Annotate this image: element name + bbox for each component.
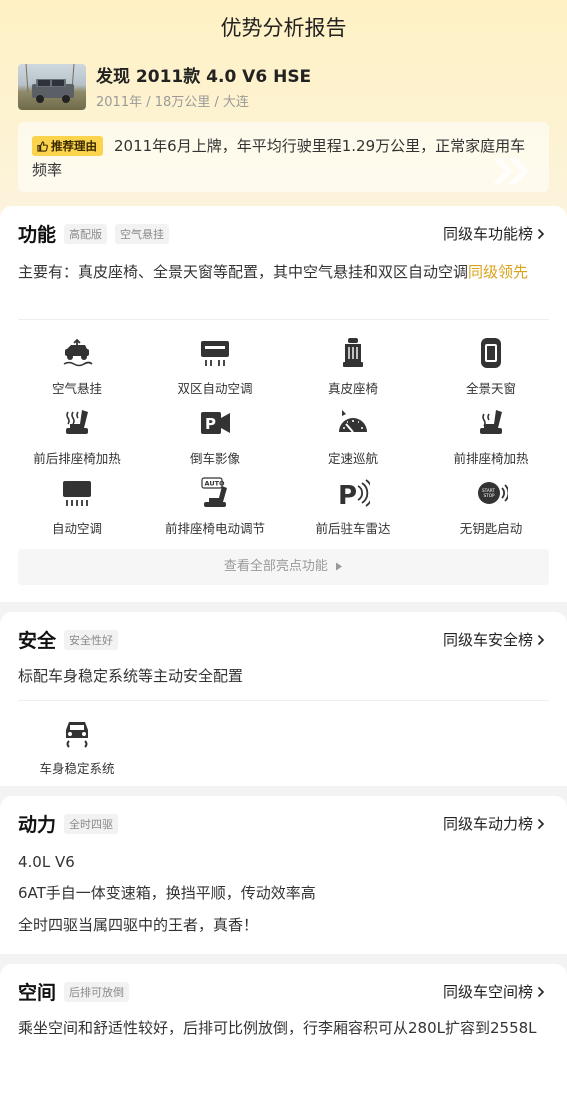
space-rank-link[interactable]: 同级车空间榜: [443, 981, 545, 1002]
function-card: 功能 高配版 空气悬挂 同级车功能榜 主要有：真皮座椅、全景天窗等配置，其中空气…: [0, 206, 567, 602]
esp-icon: [66, 722, 88, 748]
dual-zone-ac-icon: [201, 341, 229, 366]
feature-label: 空气悬挂: [51, 381, 102, 396]
page-title: 优势分析报告: [220, 16, 347, 40]
power-seat-icon: AUTO: [201, 477, 227, 507]
space-tag: 后排可放倒: [64, 981, 130, 1002]
function-tag: 空气悬挂: [115, 223, 170, 244]
feature-label: 自动空调: [51, 521, 102, 536]
feature-air-suspension[interactable]: 空气悬挂: [12, 336, 142, 397]
space-rank-label: 同级车空间榜: [442, 983, 533, 1001]
feature-label: 定速巡航: [327, 451, 378, 466]
feature-panoramic-sunroof[interactable]: 全景天窗: [426, 336, 556, 397]
feature-cruise-control[interactable]: 定速巡航: [288, 406, 418, 467]
view-all-features-button[interactable]: 查看全部亮点功能: [18, 549, 549, 585]
function-tag: 高配版: [64, 223, 108, 244]
function-rank-link[interactable]: 同级车功能榜: [443, 223, 545, 244]
power-engine: 4.0L V6: [18, 853, 75, 871]
recommend-reason-text: 2011年6月上牌，年平均行驶里程1.29万公里，正常家庭用车频率: [32, 137, 526, 179]
chevron-right-icon: [537, 818, 545, 829]
auto-ac-icon: [63, 481, 91, 506]
feature-label: 前排座椅电动调节: [164, 521, 265, 536]
function-summary-highlight: 同级领先: [468, 263, 529, 281]
chevron-right-icon: [537, 986, 545, 997]
function-summary-text: 主要有：真皮座椅、全景天窗等配置，其中空气悬挂和双区自动空调: [18, 263, 469, 281]
leather-seat-icon: [343, 338, 363, 367]
power-card: 动力 全时四驱 同级车动力榜 4.0L V6 6AT手自一体变速箱，换挡平顺，传…: [0, 796, 567, 954]
recommend-reason-box: 2011年6月上牌，年平均行驶里程1.29万公里，正常家庭用车频率 推荐理由: [18, 122, 549, 192]
feature-keyless-start[interactable]: START STOP 无钥匙启动: [426, 476, 556, 537]
view-all-label: 查看全部亮点功能: [223, 559, 328, 574]
chevron-right-icon: [537, 228, 545, 239]
function-rank-label: 同级车功能榜: [442, 225, 533, 243]
car-name[interactable]: 发现 2011款 4.0 V6 HSE: [96, 62, 311, 87]
divider: [18, 700, 549, 701]
seat-heating-icon: [66, 410, 88, 434]
power-rank-link[interactable]: 同级车动力榜: [443, 813, 545, 834]
power-title: 动力: [18, 814, 57, 836]
feature-leather-seat[interactable]: 真皮座椅: [288, 336, 418, 397]
car-thumbnail[interactable]: [18, 64, 86, 110]
feature-label: 前排座椅加热: [453, 451, 529, 466]
space-title: 空间: [18, 982, 57, 1004]
power-drivetrain: 全时四驱当属四驱中的王者，真香！: [18, 916, 259, 934]
reverse-camera-icon: P: [201, 412, 230, 434]
car-meta: 2011年 / 18万公里 / 大连: [96, 95, 249, 110]
feature-parking-radar[interactable]: P 前后驻车雷达: [288, 476, 418, 537]
chevron-decoration-icon: [493, 158, 529, 184]
power-tag: 全时四驱: [64, 813, 119, 834]
recommend-badge: 推荐理由: [32, 136, 103, 156]
function-summary: 主要有：真皮座椅、全景天窗等配置，其中空气悬挂和双区自动空调同级领先: [18, 260, 549, 284]
feature-reverse-camera[interactable]: P 倒车影像: [150, 406, 280, 467]
feature-label: 前后排座椅加热: [33, 451, 121, 466]
power-rank-label: 同级车动力榜: [442, 815, 533, 833]
air-suspension-icon: [63, 338, 93, 367]
power-transmission: 6AT手自一体变速箱，换挡平顺，传动效率高: [18, 884, 316, 902]
feature-label: 无钥匙启动: [459, 521, 523, 536]
cruise-control-icon: [339, 410, 367, 433]
feature-esp[interactable]: 车身稳定系统: [12, 716, 142, 777]
thumbs-up-icon: [37, 140, 48, 152]
safety-summary: 标配车身稳定系统等主动安全配置: [18, 667, 244, 685]
feature-seat-heating[interactable]: 前后排座椅加热: [12, 406, 142, 467]
safety-rank-link[interactable]: 同级车安全榜: [443, 629, 545, 650]
feature-label: 全景天窗: [465, 381, 516, 396]
feature-label: 倒车影像: [189, 451, 240, 466]
feature-label: 双区自动空调: [177, 381, 253, 396]
space-card: 空间 后排可放倒 同级车空间榜 乘坐空间和舒适性较好，后排可比例放倒，行李厢容积…: [0, 964, 567, 1108]
front-seat-heating-icon: [480, 410, 502, 434]
keyless-start-icon: START STOP: [478, 482, 508, 504]
feature-label: 真皮座椅: [327, 381, 378, 396]
safety-card: 安全 安全性好 同级车安全榜 标配车身稳定系统等主动安全配置 车身稳定系统: [0, 612, 567, 786]
triangle-right-icon: [336, 562, 343, 571]
feature-auto-ac[interactable]: 自动空调: [12, 476, 142, 537]
feature-dual-zone-ac[interactable]: 双区自动空调: [150, 336, 280, 397]
panoramic-sunroof-icon: [481, 338, 501, 368]
function-title: 功能: [18, 224, 57, 246]
safety-title: 安全: [18, 630, 57, 652]
svg-text:P: P: [205, 415, 216, 433]
svg-text:STOP: STOP: [484, 493, 496, 498]
recommend-badge-label: 推荐理由: [51, 139, 97, 153]
hero-header: 优势分析报告 发现 2011款 4.0 V6 HSE 2011年 / 18万公里…: [0, 0, 567, 230]
feature-label: 前后驻车雷达: [315, 521, 391, 536]
feature-front-seat-heating[interactable]: 前排座椅加热: [426, 406, 556, 467]
safety-rank-label: 同级车安全榜: [442, 631, 533, 649]
chevron-right-icon: [537, 634, 545, 645]
feature-power-seat[interactable]: AUTO 前排座椅电动调节: [150, 476, 280, 537]
feature-label: 车身稳定系统: [39, 761, 115, 776]
space-summary: 乘坐空间和舒适性较好，后排可比例放倒，行李厢容积可从280L扩容到2558L: [18, 1019, 537, 1037]
parking-radar-icon: P: [338, 479, 370, 510]
svg-text:P: P: [338, 481, 357, 510]
safety-tag: 安全性好: [64, 629, 119, 650]
divider: [18, 319, 549, 320]
